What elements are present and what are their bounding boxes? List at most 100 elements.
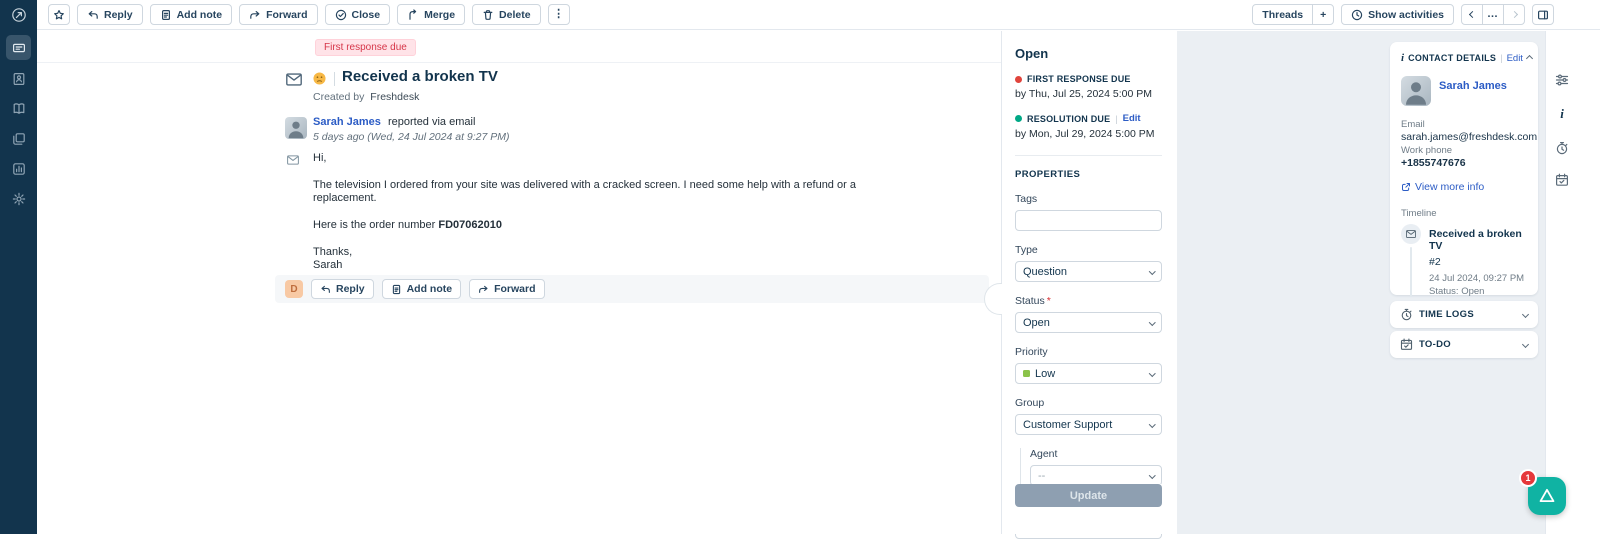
forward-button[interactable]: Forward bbox=[239, 4, 317, 25]
quick-add-note-button[interactable]: Add note bbox=[382, 279, 462, 299]
contact-details-card: i CONTACT DETAILS | Edit Sarah James Ema… bbox=[1390, 42, 1538, 295]
group-select[interactable]: Customer Support bbox=[1015, 414, 1162, 435]
tags-input[interactable] bbox=[1015, 210, 1162, 231]
message-channel-icon bbox=[287, 155, 299, 165]
close-button[interactable]: Close bbox=[325, 4, 391, 25]
add-note-button[interactable]: Add note bbox=[150, 4, 233, 25]
sidebar-item-forums[interactable] bbox=[6, 126, 31, 151]
type-select[interactable]: Question bbox=[1015, 261, 1162, 282]
timeline-item[interactable]: Received a broken TV #2 24 Jul 2024, 09:… bbox=[1401, 224, 1527, 297]
next-ticket-button[interactable] bbox=[1503, 4, 1525, 25]
view-more-info-link[interactable]: View more info bbox=[1401, 181, 1527, 193]
update-button[interactable]: Update bbox=[1015, 484, 1162, 507]
contact-name-link[interactable]: Sarah James bbox=[1439, 80, 1507, 92]
merge-button[interactable]: Merge bbox=[397, 4, 465, 25]
rail-time-logs-tab[interactable] bbox=[1554, 140, 1570, 156]
timeline-entry-ref: #2 bbox=[1429, 256, 1527, 268]
chevron-down-icon bbox=[1149, 370, 1155, 376]
contacts-icon bbox=[12, 72, 26, 86]
requester-avatar[interactable] bbox=[285, 117, 307, 139]
delete-button[interactable]: Delete bbox=[472, 4, 541, 25]
quick-reply-button[interactable]: Reply bbox=[311, 279, 374, 299]
agent-select[interactable]: -- bbox=[1030, 465, 1162, 486]
ticket-properties-panel: Open FIRST RESPONSE DUE by Thu, Jul 25, … bbox=[1002, 31, 1177, 534]
chevron-down-icon bbox=[1522, 341, 1529, 348]
edit-resolution-due-link[interactable]: Edit bbox=[1123, 113, 1141, 124]
message-closing: Thanks,Sarah bbox=[313, 246, 903, 272]
freshworks-logo-icon[interactable] bbox=[0, 0, 37, 30]
threads-label: Threads bbox=[1262, 9, 1303, 21]
required-asterisk: * bbox=[1047, 295, 1051, 307]
contact-details-title: CONTACT DETAILS bbox=[1408, 53, 1496, 63]
author-name-link[interactable]: Sarah James bbox=[313, 116, 381, 128]
time-logs-card[interactable]: TIME LOGS bbox=[1390, 301, 1538, 328]
note-icon bbox=[391, 284, 402, 295]
reply-icon bbox=[320, 284, 331, 295]
plus-icon: + bbox=[1320, 9, 1326, 21]
note-icon bbox=[160, 9, 172, 21]
collapse-properties-handle[interactable] bbox=[984, 283, 1002, 315]
resolution-due-line: RESOLUTION DUE | Edit bbox=[1015, 113, 1162, 124]
time-logs-title: TIME LOGS bbox=[1419, 309, 1474, 320]
author-via-text: reported via email bbox=[388, 116, 475, 128]
timeline-entry: Received a broken TV #2 24 Jul 2024, 09:… bbox=[1429, 224, 1527, 297]
more-actions-button[interactable]: ⋮ bbox=[548, 4, 570, 25]
forward-label: Forward bbox=[266, 9, 307, 21]
ticket-title: Received a broken TV bbox=[342, 68, 498, 85]
status-select[interactable]: Open bbox=[1015, 312, 1162, 333]
forward-icon bbox=[478, 284, 489, 295]
sidebar-item-analytics[interactable] bbox=[6, 156, 31, 181]
ticket-toolbar: Reply Add note Forward Close Merge Delet… bbox=[37, 0, 1600, 30]
message-body: Hi, The television I ordered from your s… bbox=[313, 152, 903, 272]
chat-notification-badge[interactable]: 1 bbox=[1519, 469, 1537, 487]
quick-forward-button[interactable]: Forward bbox=[469, 279, 544, 299]
previous-ticket-button[interactable] bbox=[1461, 4, 1483, 25]
todo-card[interactable]: TO-DO bbox=[1390, 331, 1538, 358]
freshworks-triangle-icon bbox=[1534, 483, 1560, 509]
sidebar-item-contacts[interactable] bbox=[6, 66, 31, 91]
trash-icon bbox=[482, 9, 494, 21]
sidebar-item-admin[interactable] bbox=[6, 186, 31, 211]
contact-card-header: i CONTACT DETAILS | Edit bbox=[1401, 52, 1527, 64]
work-phone-label: Work phone bbox=[1401, 144, 1527, 157]
first-response-due-value: by Thu, Jul 25, 2024 5:00 PM bbox=[1015, 88, 1162, 100]
external-link-icon bbox=[1401, 182, 1411, 192]
contact-avatar[interactable] bbox=[1401, 76, 1431, 106]
merge-icon bbox=[407, 9, 419, 21]
rail-properties-tab[interactable] bbox=[1554, 72, 1570, 88]
star-button[interactable] bbox=[48, 4, 70, 25]
timeline-connector bbox=[1410, 247, 1412, 297]
green-dot-icon bbox=[1015, 115, 1022, 122]
rail-todo-tab[interactable] bbox=[1554, 172, 1570, 188]
message-order-line: Here is the order number FD07062010 bbox=[313, 219, 903, 232]
first-response-due-badge: First response due bbox=[315, 39, 416, 56]
work-phone-value: +1855747676 bbox=[1401, 157, 1527, 170]
priority-select[interactable]: Low bbox=[1015, 363, 1162, 384]
panel-toggle-icon bbox=[1537, 9, 1549, 21]
header-divider: | bbox=[1500, 53, 1502, 63]
show-activities-label: Show activities bbox=[1368, 9, 1444, 21]
bar-chart-icon bbox=[12, 162, 26, 176]
toggle-side-panel-button[interactable] bbox=[1532, 4, 1554, 25]
delete-label: Delete bbox=[499, 9, 531, 21]
reply-button[interactable]: Reply bbox=[77, 4, 143, 25]
chevron-up-icon[interactable] bbox=[1526, 54, 1533, 61]
type-label: Type bbox=[1015, 244, 1162, 256]
contact-identity-row: Sarah James bbox=[1401, 76, 1527, 106]
show-activities-button[interactable]: Show activities bbox=[1341, 4, 1454, 25]
message-greeting: Hi, bbox=[313, 152, 903, 165]
sidebar-item-tickets[interactable] bbox=[6, 35, 31, 60]
first-response-due-line: FIRST RESPONSE DUE bbox=[1015, 74, 1162, 84]
rail-contact-details-tab[interactable]: i bbox=[1554, 106, 1570, 122]
more-tickets-button[interactable]: … bbox=[1482, 4, 1504, 25]
main-nav-sidebar bbox=[0, 0, 37, 534]
star-icon bbox=[53, 9, 65, 21]
threads-button[interactable]: Threads bbox=[1252, 4, 1313, 25]
sidebar-item-solutions[interactable] bbox=[6, 96, 31, 121]
group-label: Group bbox=[1015, 397, 1162, 409]
priority-label: Priority bbox=[1015, 346, 1162, 358]
book-icon bbox=[12, 102, 26, 116]
add-thread-button[interactable]: + bbox=[1312, 4, 1334, 25]
edit-contact-link[interactable]: Edit bbox=[1507, 53, 1523, 64]
forward-icon bbox=[249, 9, 261, 21]
